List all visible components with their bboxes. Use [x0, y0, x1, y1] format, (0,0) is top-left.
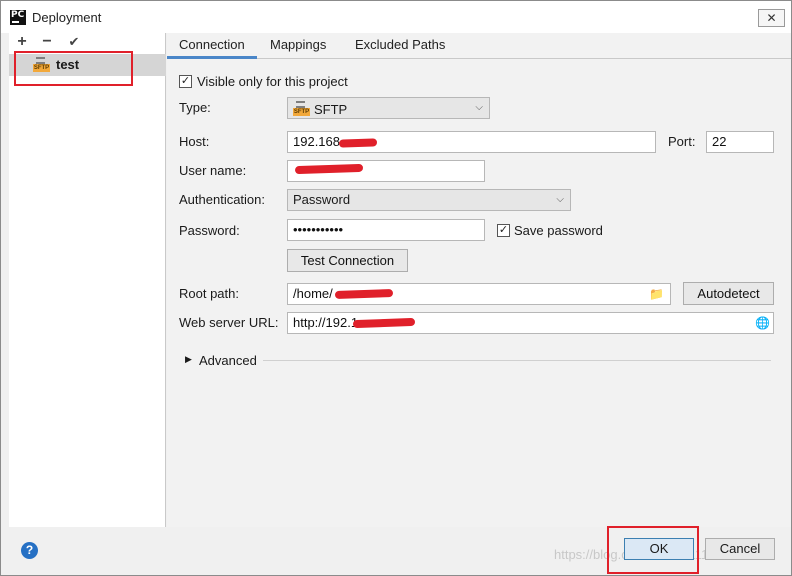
- deployment-dialog: PC Deployment ✕ + − ✔ SFTP test Connecti…: [0, 0, 792, 576]
- root-path-value: /home/: [293, 286, 333, 301]
- root-path-label: Root path:: [179, 286, 239, 301]
- highlight-box-server: [14, 51, 133, 86]
- redaction-mark: [338, 138, 378, 148]
- add-icon[interactable]: +: [13, 33, 31, 51]
- highlight-box-ok: [607, 526, 699, 574]
- password-field[interactable]: •••••••••••: [287, 219, 485, 241]
- server-list-toolbar: + − ✔: [9, 33, 166, 53]
- advanced-section-toggle[interactable]: Advanced: [199, 353, 257, 368]
- authentication-label: Authentication:: [179, 192, 266, 207]
- pycharm-app-icon: PC: [10, 10, 26, 25]
- help-icon[interactable]: ?: [21, 542, 38, 559]
- window-title: Deployment: [32, 10, 102, 25]
- port-label: Port:: [668, 134, 696, 149]
- title-bar: PC Deployment ✕: [1, 1, 791, 33]
- save-password-label: Save password: [514, 223, 603, 238]
- test-connection-button[interactable]: Test Connection: [287, 249, 408, 272]
- globe-icon[interactable]: 🌐: [755, 316, 770, 330]
- folder-icon[interactable]: 📁: [649, 287, 664, 301]
- server-settings-panel: Connection Mappings Excluded Paths ✓ Vis…: [167, 33, 791, 527]
- host-label: Host:: [179, 134, 210, 149]
- cancel-button[interactable]: Cancel: [705, 538, 775, 560]
- autodetect-button[interactable]: Autodetect: [683, 282, 774, 305]
- advanced-divider: [263, 360, 771, 361]
- visible-only-checkbox[interactable]: ✓: [179, 75, 192, 88]
- authentication-value: Password: [293, 192, 351, 207]
- tab-bar: Connection Mappings Excluded Paths: [167, 33, 791, 59]
- remove-icon[interactable]: −: [38, 33, 56, 51]
- password-label: Password:: [179, 223, 240, 238]
- chevron-down-icon: ⌵: [475, 102, 483, 113]
- close-button[interactable]: ✕: [758, 9, 785, 27]
- authentication-select[interactable]: Password ⌵: [287, 189, 571, 211]
- type-value: SFTP: [314, 102, 348, 117]
- save-password-checkbox[interactable]: ✓: [497, 224, 510, 237]
- type-label: Type:: [179, 100, 211, 115]
- port-field[interactable]: 22: [706, 131, 774, 153]
- chevron-down-icon: ⌵: [556, 194, 564, 205]
- tab-excluded-paths[interactable]: Excluded Paths: [355, 37, 445, 52]
- username-label: User name:: [179, 163, 247, 178]
- sftp-icon: SFTP: [293, 101, 310, 117]
- checkmark-icon[interactable]: ✔: [65, 33, 83, 51]
- web-server-url-label: Web server URL:: [179, 315, 279, 330]
- host-value: 192.168.: [293, 134, 344, 149]
- expand-arrow-icon[interactable]: ▶: [185, 354, 192, 365]
- type-select[interactable]: SFTP SFTP ⌵: [287, 97, 490, 119]
- visible-only-label: Visible only for this project: [197, 74, 348, 89]
- tab-connection[interactable]: Connection: [167, 33, 257, 59]
- server-list-panel: + − ✔ SFTP test: [9, 33, 166, 527]
- tab-mappings[interactable]: Mappings: [270, 37, 326, 52]
- web-server-url-value: http://192.1: [293, 315, 359, 330]
